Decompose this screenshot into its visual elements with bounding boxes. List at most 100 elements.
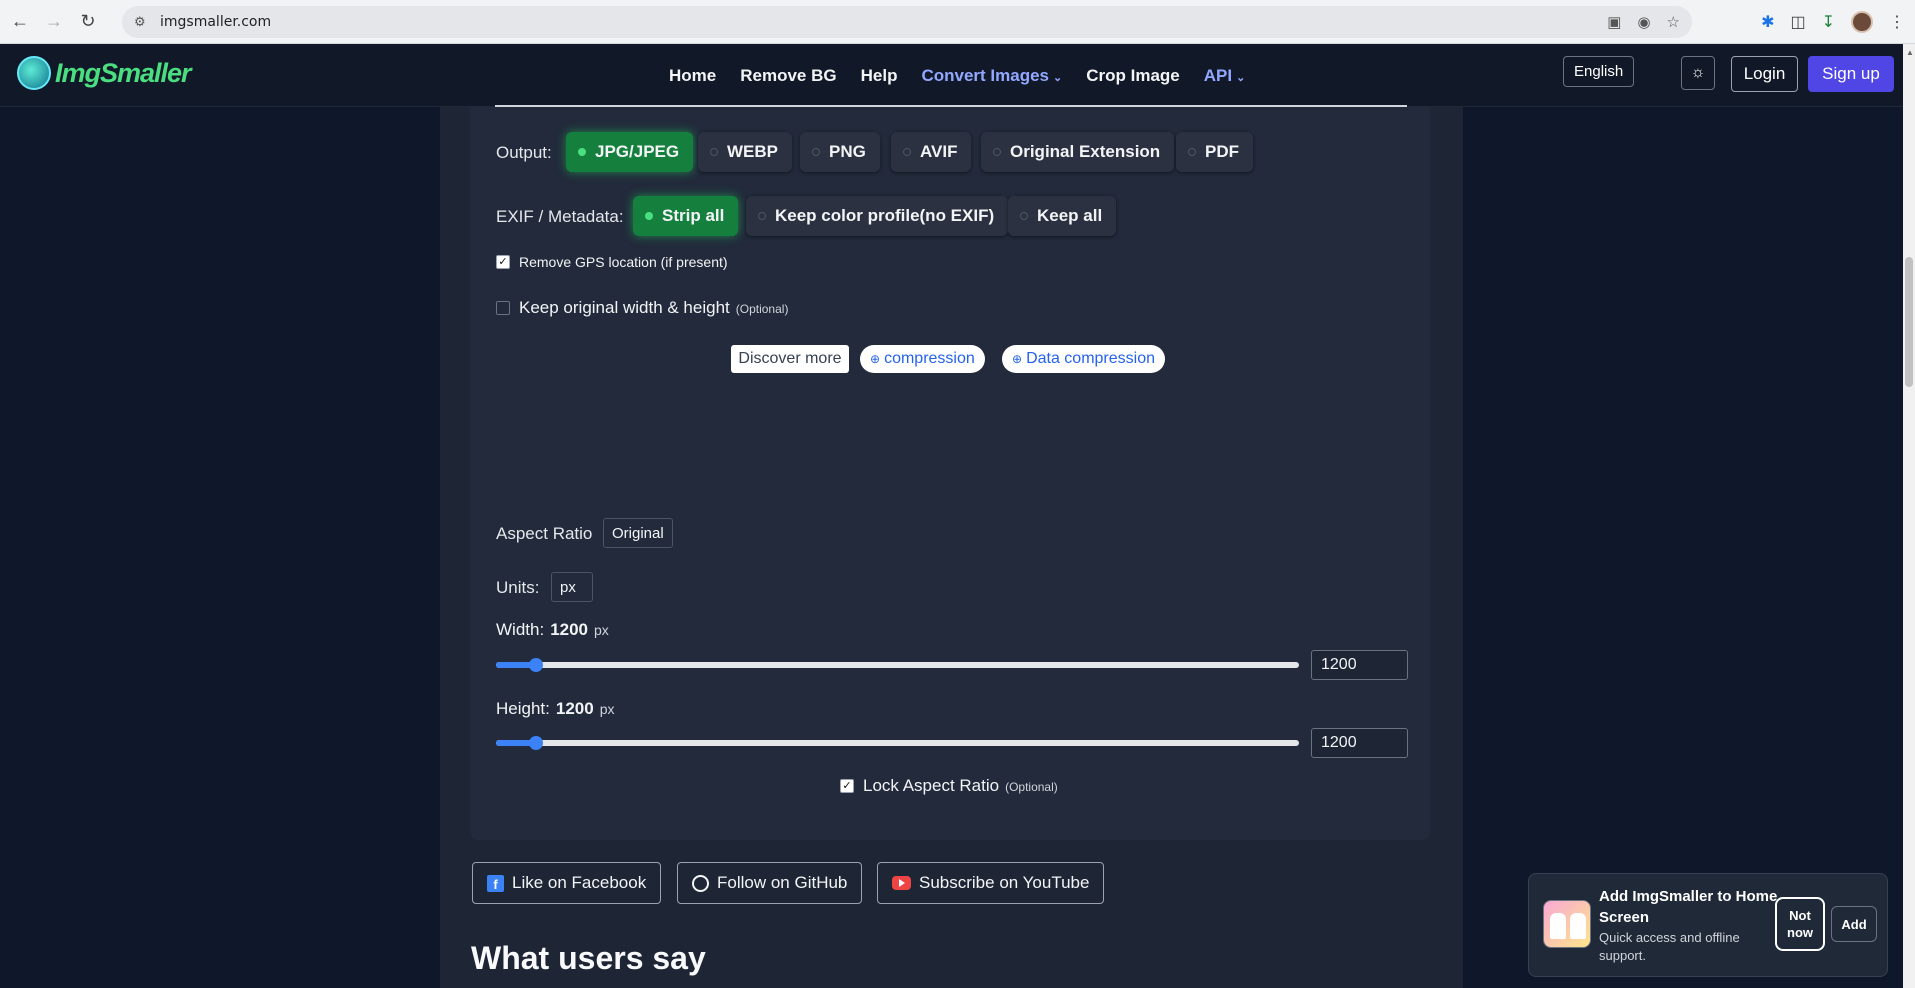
facebook-icon: f bbox=[487, 874, 504, 892]
nav-api[interactable]: API ⌄ bbox=[1204, 66, 1246, 86]
output-option-label: AVIF bbox=[920, 142, 958, 161]
install-app-icon[interactable]: ▣ bbox=[1607, 13, 1621, 31]
radio-dot-icon bbox=[993, 148, 1001, 156]
nav-remove-bg[interactable]: Remove BG bbox=[740, 66, 836, 86]
nav-api-label: API bbox=[1203, 65, 1233, 85]
height-slider-thumb[interactable] bbox=[529, 736, 543, 750]
browser-toolbar: ← → ↻ ⚙ imgsmaller.com ▣ ◉ ☆ ✱ ◫ ↧ ⋮ bbox=[0, 0, 1915, 44]
output-option-avif[interactable]: AVIF bbox=[891, 132, 972, 172]
address-bar[interactable]: ⚙ imgsmaller.com ▣ ◉ ☆ bbox=[122, 6, 1692, 38]
nav-convert-images[interactable]: Convert Images ⌄ bbox=[921, 66, 1062, 86]
discover-more-label: Discover more bbox=[731, 345, 849, 373]
output-option-png[interactable]: PNG bbox=[800, 132, 880, 172]
nav-crop-image[interactable]: Crop Image bbox=[1086, 66, 1180, 86]
aspect-ratio-select[interactable]: Original bbox=[603, 518, 673, 548]
install-title: Add ImgSmaller to Home Screen bbox=[1599, 888, 1778, 926]
height-input[interactable]: 1200 bbox=[1311, 728, 1408, 758]
remove-gps-checkbox[interactable]: ✓ bbox=[496, 255, 510, 269]
radio-dot-icon bbox=[1020, 212, 1028, 220]
extension-puzzle-icon[interactable]: ✱ bbox=[1761, 12, 1774, 32]
plus-circle-icon: ⊕ bbox=[870, 352, 881, 366]
back-icon[interactable]: ← bbox=[6, 8, 34, 36]
output-option-original[interactable]: Original Extension bbox=[981, 132, 1175, 172]
logo-text: ImgSmaller bbox=[55, 57, 192, 88]
login-button[interactable]: Login bbox=[1731, 56, 1798, 92]
output-option-label: Original Extension bbox=[1010, 142, 1161, 161]
not-now-button[interactable]: Not now bbox=[1775, 897, 1825, 951]
reload-icon[interactable]: ↻ bbox=[74, 8, 102, 36]
radio-dot-icon bbox=[645, 212, 653, 220]
url-text[interactable]: imgsmaller.com bbox=[160, 14, 271, 30]
output-label: Output: bbox=[496, 143, 552, 162]
width-input[interactable]: 1200 bbox=[1311, 650, 1408, 680]
output-option-webp[interactable]: WEBP bbox=[698, 132, 792, 172]
exif-option-keep-color-profile[interactable]: Keep color profile(no EXIF) bbox=[746, 196, 1009, 236]
exif-option-keep-all[interactable]: Keep all bbox=[1008, 196, 1117, 236]
star-icon[interactable]: ☆ bbox=[1667, 13, 1680, 31]
scroll-up-icon[interactable]: ▲ bbox=[1906, 48, 1914, 57]
radio-dot-icon bbox=[903, 148, 911, 156]
site-logo[interactable]: ImgSmaller bbox=[17, 56, 192, 90]
github-label: Follow on GitHub bbox=[717, 873, 848, 892]
add-button[interactable]: Add bbox=[1831, 906, 1877, 942]
exif-label: EXIF / Metadata: bbox=[496, 207, 624, 226]
signup-button[interactable]: Sign up bbox=[1808, 56, 1894, 92]
radio-dot-icon bbox=[812, 148, 820, 156]
site-info-icon[interactable]: ⚙ bbox=[134, 14, 150, 30]
height-value: 1200 bbox=[555, 699, 594, 718]
height-unit: px bbox=[599, 701, 615, 717]
output-option-label: WEBP bbox=[727, 142, 778, 161]
lock-aspect-text: Lock Aspect Ratio (Optional) bbox=[863, 776, 1058, 796]
output-option-pdf[interactable]: PDF bbox=[1176, 132, 1253, 172]
radio-dot-icon bbox=[710, 148, 718, 156]
height-slider[interactable] bbox=[496, 736, 1299, 750]
width-slider[interactable] bbox=[496, 658, 1299, 672]
output-option-label: JPG/JPEG bbox=[595, 142, 680, 161]
nav-help[interactable]: Help bbox=[861, 66, 898, 86]
exif-option-label: Keep all bbox=[1037, 206, 1103, 225]
chip-label: compression bbox=[884, 350, 975, 367]
chip-data-compression[interactable]: ⊕ Data compression bbox=[1002, 345, 1166, 373]
units-label: Units: bbox=[496, 578, 540, 597]
output-option-jpg[interactable]: JPG/JPEG bbox=[566, 132, 694, 172]
height-label: Height: bbox=[496, 699, 550, 718]
theme-toggle-icon[interactable]: ☼ bbox=[1681, 56, 1715, 90]
youtube-icon bbox=[892, 876, 911, 890]
radio-dot-icon bbox=[578, 148, 586, 156]
height-readout: Height: 1200 px bbox=[496, 699, 615, 719]
youtube-button[interactable]: Subscribe on YouTube bbox=[877, 862, 1105, 904]
keep-original-size-label: Keep original width & height bbox=[519, 298, 730, 317]
kebab-menu-icon[interactable]: ⋮ bbox=[1889, 12, 1905, 32]
optional-hint: (Optional) bbox=[735, 302, 789, 316]
forward-icon[interactable]: → bbox=[40, 8, 68, 36]
lock-aspect-checkbox[interactable]: ✓ bbox=[840, 779, 854, 793]
width-readout: Width: 1200 px bbox=[496, 620, 609, 640]
nav-convert-images-label: Convert Images bbox=[921, 65, 1049, 85]
eye-off-icon[interactable]: ◉ bbox=[1637, 13, 1650, 31]
github-button[interactable]: Follow on GitHub bbox=[677, 862, 863, 904]
install-subtitle: Quick access and offline support. bbox=[1599, 930, 1740, 963]
units-select[interactable]: px bbox=[551, 572, 593, 602]
output-option-label: PDF bbox=[1205, 142, 1239, 161]
profile-avatar[interactable] bbox=[1851, 11, 1873, 33]
scrollbar-thumb[interactable] bbox=[1905, 257, 1913, 387]
logo-icon bbox=[17, 56, 51, 90]
install-prompt: Add ImgSmaller to Home Screen Quick acce… bbox=[1528, 873, 1888, 977]
aspect-ratio-label: Aspect Ratio bbox=[496, 524, 593, 543]
nav-home[interactable]: Home bbox=[669, 66, 716, 86]
chip-label: Data compression bbox=[1026, 350, 1156, 367]
divider bbox=[495, 105, 1407, 107]
chevron-down-icon: ⌄ bbox=[1236, 71, 1246, 84]
language-select[interactable]: English bbox=[1563, 56, 1635, 87]
page-scrollbar[interactable]: ▲ bbox=[1903, 44, 1915, 988]
app-icon bbox=[1543, 900, 1591, 948]
keep-original-size-checkbox[interactable] bbox=[496, 301, 510, 315]
extensions-icon[interactable]: ◫ bbox=[1790, 12, 1805, 32]
facebook-button[interactable]: f Like on Facebook bbox=[472, 862, 662, 904]
download-icon[interactable]: ↧ bbox=[1822, 12, 1835, 32]
lock-aspect-label: Lock Aspect Ratio bbox=[863, 776, 1000, 795]
exif-option-label: Keep color profile(no EXIF) bbox=[775, 206, 995, 225]
exif-option-strip-all[interactable]: Strip all bbox=[633, 196, 739, 236]
width-slider-thumb[interactable] bbox=[529, 658, 543, 672]
chip-compression[interactable]: ⊕ compression bbox=[860, 345, 985, 373]
